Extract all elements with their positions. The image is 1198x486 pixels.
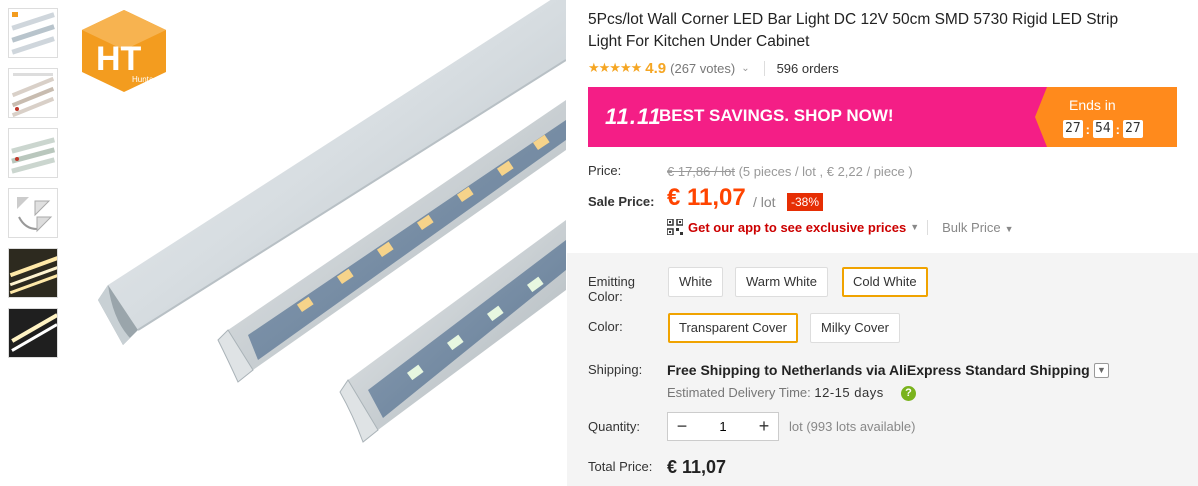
chevron-down-icon[interactable]: ⌄ bbox=[741, 63, 749, 74]
caret-down-icon[interactable]: ▼ bbox=[910, 222, 919, 232]
timer-hours: 27 bbox=[1063, 120, 1083, 138]
thumbnail-1[interactable] bbox=[8, 8, 58, 58]
total-price: € 11,07 bbox=[667, 457, 727, 477]
caret-down-icon: ▼ bbox=[1004, 223, 1014, 234]
logo-sub: Hunta bbox=[132, 75, 154, 84]
option-white[interactable]: White bbox=[668, 267, 724, 297]
estimated-delivery: Estimated Delivery Time: 12-15 days bbox=[667, 385, 884, 400]
timer-seconds: 27 bbox=[1123, 120, 1143, 138]
divider bbox=[763, 60, 765, 76]
option-transparent-cover[interactable]: Transparent Cover bbox=[668, 313, 798, 343]
countdown-timer: 27 : 54 : 27 bbox=[1063, 120, 1143, 138]
star-rating-icon: ★★★★★ bbox=[588, 60, 642, 75]
logo-letters: HT bbox=[96, 40, 142, 78]
shipping-method: Free Shipping to Netherlands via AliExpr… bbox=[667, 362, 1090, 378]
countdown-label: Ends in bbox=[1069, 97, 1116, 113]
product-page: HT Hunta 5Pcs/lot Wall Corner LED Bar Li… bbox=[0, 0, 1198, 486]
per-lot: / lot bbox=[753, 194, 776, 210]
promo-text: BEST SAVINGS. SHOP NOW! bbox=[659, 106, 894, 125]
increase-button[interactable]: + bbox=[750, 413, 778, 440]
app-exclusive-link[interactable]: Get our app to see exclusive prices bbox=[688, 220, 906, 235]
votes-link[interactable]: (267 votes) bbox=[670, 61, 735, 76]
discount-badge: -38% bbox=[787, 193, 824, 211]
quantity-input[interactable] bbox=[696, 419, 750, 434]
app-price-row: Get our app to see exclusive prices ▼ Bu… bbox=[667, 219, 1014, 235]
thumbnail-5[interactable] bbox=[8, 248, 58, 298]
emitting-color-label: Emitting Color: bbox=[588, 274, 635, 304]
sale-price-label: Sale Price: bbox=[588, 194, 655, 209]
rating-value: 4.9 bbox=[645, 59, 667, 77]
option-cold-white[interactable]: Cold White bbox=[842, 267, 928, 297]
estimated-delivery-days: 12-15 days bbox=[814, 385, 884, 400]
estimated-delivery-label: Estimated Delivery Time: bbox=[667, 385, 811, 400]
promo-logo: 11.11 bbox=[605, 104, 662, 129]
color-label: Color: bbox=[588, 319, 623, 334]
emitting-label-line1: Emitting bbox=[588, 274, 635, 289]
thumbnail-6[interactable] bbox=[8, 308, 58, 358]
timer-minutes: 54 bbox=[1093, 120, 1113, 138]
shipping-dropdown-icon[interactable]: ▼ bbox=[1094, 363, 1109, 378]
price-detail: (5 pieces / lot , € 2,22 / piece ) bbox=[738, 164, 913, 179]
qr-code-icon bbox=[667, 219, 683, 235]
countdown-box: Ends in 27 : 54 : 27 bbox=[1035, 87, 1177, 147]
thumbnail-list bbox=[8, 8, 58, 368]
quantity-label: Quantity: bbox=[588, 419, 641, 434]
product-title: 5Pcs/lot Wall Corner LED Bar Light DC 12… bbox=[588, 11, 1119, 50]
thumbnail-3[interactable] bbox=[8, 128, 58, 178]
quantity-stepper: − + bbox=[667, 412, 779, 441]
emitting-label-line2: Color: bbox=[588, 289, 623, 304]
promo-banner[interactable]: 11.11 BEST SAVINGS. SHOP NOW! Ends in 27… bbox=[588, 87, 1177, 147]
orders-count: 596 orders bbox=[776, 60, 839, 76]
bulk-price-link[interactable]: Bulk Price ▼ bbox=[927, 219, 1014, 235]
total-price-label: Total Price: bbox=[588, 459, 653, 474]
price-label: Price: bbox=[588, 163, 622, 178]
main-product-image[interactable]: HT Hunta bbox=[68, 0, 566, 486]
product-info-panel: 5Pcs/lot Wall Corner LED Bar Light DC 12… bbox=[567, 0, 1198, 486]
option-milky-cover[interactable]: Milky Cover bbox=[810, 313, 900, 343]
lots-available: lot (993 lots available) bbox=[789, 419, 916, 434]
shipping-label: Shipping: bbox=[588, 362, 643, 377]
rating-row: ★★★★★ 4.9 (267 votes) ⌄ 596 orders bbox=[588, 58, 839, 78]
original-price-value: € 17,86 / lot bbox=[667, 164, 735, 179]
help-icon[interactable]: ? bbox=[901, 386, 916, 401]
thumbnail-4[interactable] bbox=[8, 188, 58, 238]
option-warm-white[interactable]: Warm White bbox=[735, 267, 829, 297]
brand-logo: HT Hunta bbox=[82, 10, 166, 92]
thumbnail-2[interactable] bbox=[8, 68, 58, 118]
original-price: € 17,86 / lot (5 pieces / lot , € 2,22 /… bbox=[667, 164, 913, 179]
decrease-button[interactable]: − bbox=[668, 413, 696, 440]
sale-price: € 11,07 bbox=[667, 184, 746, 211]
bulk-price-label: Bulk Price bbox=[942, 219, 1001, 235]
